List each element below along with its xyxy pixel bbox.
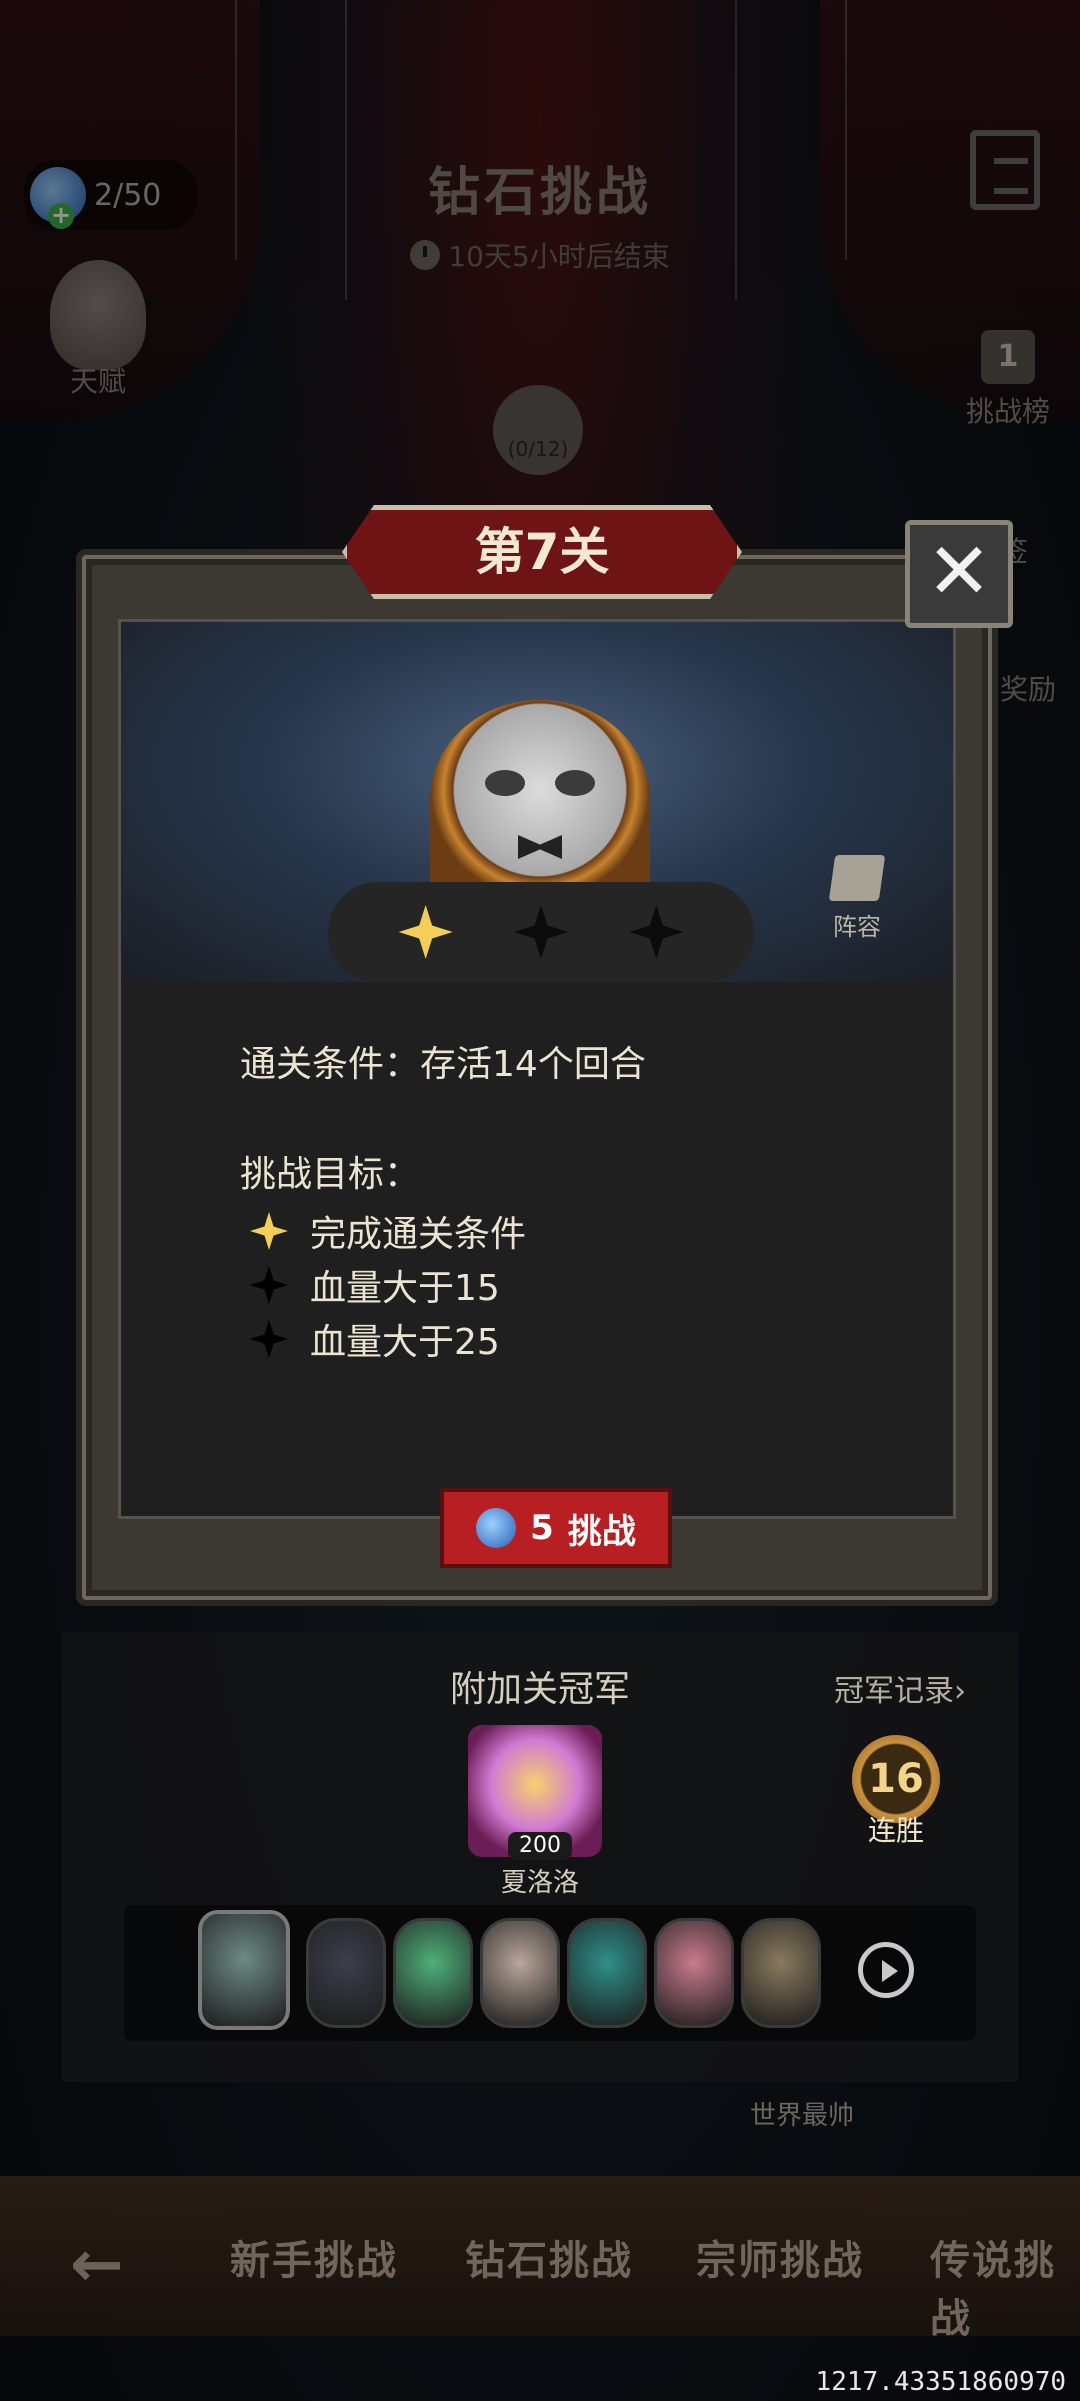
chevron-right-icon: ›	[954, 1674, 966, 1709]
goal-item: 血量大于25	[250, 1313, 500, 1365]
champion-record-link[interactable]: 冠军记录›	[834, 1666, 966, 1710]
lineup-label: 阵容	[833, 913, 881, 941]
close-button[interactable]: ✕	[905, 520, 1013, 628]
challenge-label: 挑战	[567, 1511, 636, 1552]
star-filled-icon	[250, 1212, 288, 1250]
tab-novice[interactable]: 新手挑战	[230, 2228, 398, 2286]
world-label: 世界最帅	[750, 2101, 855, 2131]
boss-eyes	[485, 770, 595, 810]
tab-legend[interactable]: 传说挑战	[930, 2228, 1080, 2344]
team-hero[interactable]	[654, 1918, 734, 2028]
tab-master[interactable]: 宗师挑战	[696, 2228, 864, 2286]
challenge-button[interactable]: 5 挑战	[440, 1488, 672, 1568]
team-hero[interactable]	[393, 1918, 473, 2028]
tab-diamond[interactable]: 钻石挑战	[465, 2228, 633, 2286]
champion-name: 夏洛洛	[500, 1868, 579, 1898]
goals-title: 挑战目标：	[240, 1154, 421, 1195]
goal-text: 完成通关条件	[310, 1214, 527, 1255]
back-arrow-icon[interactable]: ←	[70, 2228, 124, 2302]
star-empty-icon	[250, 1266, 288, 1304]
champion-score: 200	[508, 1832, 572, 1860]
book-icon	[828, 855, 886, 901]
team-hero[interactable]	[567, 1918, 647, 2028]
debug-coordinate: 1217.43351860970	[815, 2367, 1066, 2397]
goal-item: 完成通关条件	[250, 1205, 526, 1257]
star-empty-icon	[629, 905, 684, 959]
goal-item: 血量大于15	[250, 1259, 500, 1311]
team-hero[interactable]	[480, 1918, 560, 2028]
champion-record-label: 冠军记录	[834, 1674, 954, 1709]
win-streak-badge: 16 连胜	[852, 1735, 940, 1849]
lineup-button[interactable]: 阵容	[828, 855, 886, 942]
team-hero[interactable]	[741, 1918, 821, 2028]
potion-icon	[476, 1508, 517, 1548]
team-hero-leader[interactable]	[198, 1910, 290, 2030]
star-empty-icon	[513, 905, 568, 959]
clear-condition: 通关条件：存活14个回合	[240, 1035, 646, 1087]
team-hero[interactable]	[306, 1918, 386, 2028]
stage-title: 第7关	[342, 505, 742, 599]
replay-button[interactable]	[858, 1942, 914, 1998]
condition-value: 存活14个回合	[420, 1044, 646, 1085]
star-empty-icon	[250, 1320, 288, 1358]
condition-label: 通关条件：	[240, 1044, 421, 1085]
star-rating	[328, 882, 754, 982]
streak-label: 连胜	[867, 1814, 924, 1847]
challenge-cost: 5	[530, 1508, 554, 1548]
goal-text: 血量大于25	[310, 1322, 500, 1363]
goal-text: 血量大于15	[310, 1268, 500, 1309]
star-filled-icon	[398, 905, 453, 959]
